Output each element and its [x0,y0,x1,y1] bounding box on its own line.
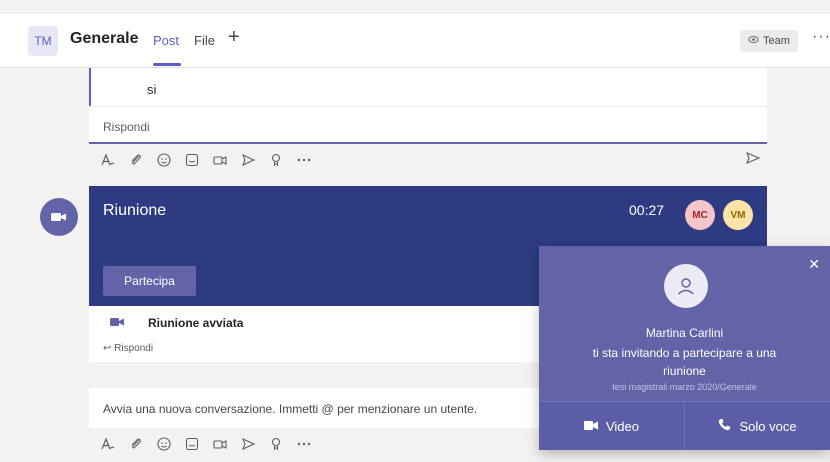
phone-icon [718,418,731,434]
meeting-invite-popup: ✕ Martina Carlini ti sta invitando a par… [539,246,830,450]
join-meeting-button[interactable]: Partecipa [103,266,196,296]
channel-header: TM Generale Post File + Team ··· [0,0,830,68]
reply-input-focus-line [89,142,767,144]
emoji-icon[interactable] [156,436,172,452]
team-button[interactable]: Team [740,30,798,52]
invite-message: ti sta invitando a partecipare a una riu… [592,346,777,378]
meeting-reply-label: Rispondi [114,343,154,354]
channel-title: Generale [70,30,139,47]
thread-card: si Rispondi [89,68,767,144]
meeting-reply-link[interactable]: ↩ Rispondi [103,343,153,354]
divider [89,106,767,107]
meeting-camera-icon [40,198,78,236]
send-icon[interactable] [745,150,761,169]
join-video-label: Video [605,418,639,434]
more-icon[interactable] [296,436,312,452]
join-video-button[interactable]: Video [539,401,684,450]
meet-now-icon[interactable] [212,436,228,452]
video-camera-icon [109,316,125,331]
tab-file[interactable]: File [194,33,215,48]
active-tab-indicator [153,63,181,66]
thread-indicator-bar [89,68,91,106]
reply-input[interactable]: Rispondi [103,120,150,134]
meeting-duration: 00:27 [629,202,665,218]
join-audio-button[interactable]: Solo voce [684,401,830,450]
sticker-icon[interactable] [184,436,200,452]
tab-post[interactable]: Post [153,33,179,48]
meeting-started-label: Riunione avviata [148,316,244,330]
more-options-icon[interactable]: ··· [812,28,830,46]
more-icon[interactable] [296,152,312,168]
participant-avatar-mc[interactable]: MC [685,200,715,230]
compose-toolbar-bottom [100,434,312,454]
praise-icon[interactable] [268,436,284,452]
attach-icon[interactable] [128,152,144,168]
join-audio-label: Solo voce [739,418,797,434]
window-top-strip [0,0,830,14]
close-icon[interactable]: ✕ [808,256,820,273]
add-tab-button[interactable]: + [228,26,240,49]
send-forward-icon[interactable] [240,152,256,168]
compose-toolbar [100,150,312,170]
caller-name: Martina Carlini [645,326,724,340]
format-icon[interactable] [100,436,116,452]
meet-now-icon[interactable] [212,152,228,168]
participant-avatar-vm[interactable]: VM [723,200,753,230]
invite-context: tesi magistrali marzo 2020/Generale [612,382,757,392]
attach-icon[interactable] [128,436,144,452]
emoji-icon[interactable] [156,152,172,168]
meeting-title: Riunione [103,202,167,219]
team-avatar[interactable]: TM [28,26,58,56]
video-icon [583,419,598,434]
eye-icon [748,34,759,48]
praise-icon[interactable] [268,152,284,168]
reply-arrow-icon: ↩ [103,343,112,354]
invite-actions: Video Solo voce [539,401,830,450]
sticker-icon[interactable] [184,152,200,168]
send-forward-icon[interactable] [240,436,256,452]
new-conversation-input[interactable]: Avvia una nuova conversazione. Immetti @… [103,402,477,416]
format-icon[interactable] [100,152,116,168]
reply-message: si [147,82,157,97]
caller-avatar-icon [664,264,708,308]
team-button-label: Team [763,35,790,47]
